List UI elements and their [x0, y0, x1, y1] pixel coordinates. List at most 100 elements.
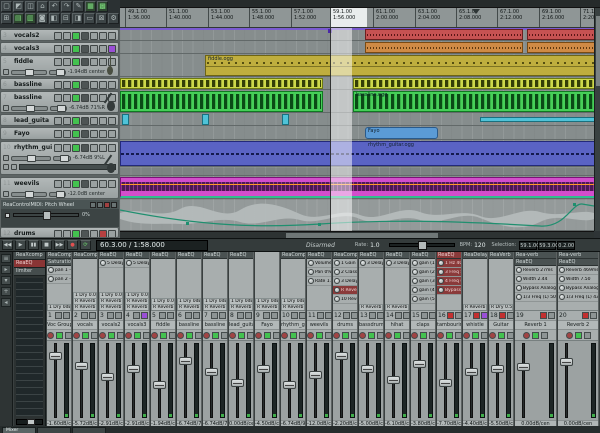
- track-button[interactable]: [81, 32, 89, 40]
- media-item[interactable]: [282, 114, 289, 125]
- mute-button[interactable]: [263, 312, 270, 319]
- env-button[interactable]: [3, 155, 9, 161]
- knob-icon[interactable]: [386, 260, 392, 266]
- track-lane[interactable]: [120, 177, 594, 199]
- solo-button[interactable]: [193, 312, 200, 319]
- rate-slider[interactable]: [389, 243, 455, 247]
- mute-button[interactable]: [447, 312, 454, 319]
- fx-panel-ui-icon[interactable]: [97, 202, 103, 208]
- fader-handle[interactable]: [387, 376, 400, 384]
- send-slot[interactable]: 1 Dry 0dB: [229, 298, 253, 304]
- track-button[interactable]: [54, 32, 62, 40]
- track-button[interactable]: [81, 58, 89, 66]
- solo-button[interactable]: [89, 312, 96, 319]
- fx-param-knob[interactable]: 4 Freq (L): [437, 277, 461, 286]
- track-lane[interactable]: fiddle.ogg: [120, 55, 594, 77]
- fx-button[interactable]: [169, 332, 176, 339]
- knob-icon[interactable]: [438, 269, 444, 275]
- mixer-strip[interactable]: ReaEQ 5 Delay M 4ms 1 Dry 0.0dBR Reverb …: [99, 252, 124, 428]
- track-button[interactable]: [90, 180, 98, 188]
- fx-button[interactable]: [117, 332, 124, 339]
- monitor-button[interactable]: [420, 332, 427, 339]
- track-button[interactable]: [90, 144, 98, 152]
- toolbar-icon[interactable]: ◨: [72, 13, 83, 24]
- volume-fader[interactable]: [203, 340, 227, 420]
- volume-slider[interactable]: [11, 70, 48, 75]
- track-button[interactable]: [99, 130, 107, 138]
- mute-button[interactable]: [159, 312, 166, 319]
- toolbar-icon[interactable]: ◩: [13, 1, 24, 12]
- env-button[interactable]: [3, 105, 9, 111]
- track-button[interactable]: [54, 144, 62, 152]
- fx-param-slider-handle[interactable]: [43, 211, 51, 220]
- track-button[interactable]: [81, 230, 89, 238]
- track-button[interactable]: [81, 130, 89, 138]
- mixer-rail-button[interactable]: ≡: [1, 254, 11, 263]
- pan-slider[interactable]: [53, 156, 71, 161]
- monitor-button[interactable]: [186, 332, 193, 339]
- monitor-button[interactable]: [472, 332, 479, 339]
- transport-button[interactable]: ●: [67, 240, 78, 250]
- track-button[interactable]: [99, 117, 107, 125]
- toolbar-icon[interactable]: ↷: [61, 1, 72, 12]
- fx-slot[interactable]: Rea-verb: [558, 252, 598, 259]
- media-item[interactable]: [365, 29, 523, 40]
- track-button[interactable]: [63, 81, 71, 89]
- fx-button[interactable]: [299, 332, 306, 339]
- record-arm-button[interactable]: [255, 332, 262, 339]
- fx-button[interactable]: [377, 332, 384, 339]
- docker-tab[interactable]: [37, 427, 71, 433]
- record-arm-button[interactable]: [125, 332, 132, 339]
- track-button[interactable]: [81, 144, 89, 152]
- time-selection[interactable]: [330, 28, 352, 231]
- mixer-strip[interactable]: ReaCompSaturation pan 1 -6.40pan 2 -5.20…: [47, 252, 72, 428]
- knob-icon[interactable]: [559, 294, 565, 300]
- track-button[interactable]: [108, 230, 116, 238]
- transport-time-display[interactable]: 60.3.00 / 1:58.000: [96, 240, 208, 251]
- mixer-rail-button[interactable]: ▾: [1, 276, 11, 285]
- track-header[interactable]: 5 fiddle -1.94dB center: [0, 55, 119, 77]
- record-arm-button[interactable]: [203, 332, 210, 339]
- rate-value[interactable]: 1.0: [370, 242, 380, 249]
- toolbar-icon[interactable]: ⊠: [96, 13, 107, 24]
- track-button[interactable]: [63, 45, 71, 53]
- record-arm-button[interactable]: [307, 332, 314, 339]
- fx-slot[interactable]: ReaComp: [281, 252, 305, 259]
- volume-fader[interactable]: [307, 340, 331, 420]
- toolbar-icon[interactable]: ↶: [49, 1, 60, 12]
- volume-slider[interactable]: [11, 156, 51, 161]
- record-arm-button[interactable]: [385, 332, 392, 339]
- fx-param-knob[interactable]: pan 2 -5.20: [47, 275, 71, 284]
- solo-button[interactable]: [271, 312, 278, 319]
- knob-icon[interactable]: [438, 287, 444, 293]
- fx-button[interactable]: [455, 332, 462, 339]
- toolbar-icon[interactable]: ⊟: [61, 13, 72, 24]
- fx-slot[interactable]: ReaComp: [333, 252, 357, 259]
- vertical-scrollbar[interactable]: [594, 8, 600, 231]
- track-name[interactable]: drums: [14, 230, 52, 237]
- fx-param-knob[interactable]: gain (1): [411, 259, 435, 268]
- rate-slider-handle[interactable]: [418, 241, 427, 250]
- media-item[interactable]: [480, 117, 594, 123]
- fx-slot[interactable]: ReaEQ: [229, 252, 253, 259]
- transport-button[interactable]: ⟳: [80, 240, 91, 250]
- solo-button[interactable]: [455, 312, 462, 319]
- track-header[interactable]: 6 bassline: [0, 78, 119, 90]
- arrange-view[interactable]: fiddle.ogg: [120, 28, 594, 231]
- mixer-strip[interactable]: ReaEQ 1 Dry 0dBR Reverb 1.3 7 bassline: [203, 252, 228, 428]
- fader-handle[interactable]: [205, 368, 218, 376]
- track-button[interactable]: [63, 230, 71, 238]
- knob-icon[interactable]: [334, 269, 340, 275]
- mixer-rail-button[interactable]: ◂: [1, 298, 11, 307]
- knob-icon[interactable]: [412, 287, 418, 293]
- track-header[interactable]: 7 bassline -6.74dB 71%R: [0, 91, 119, 113]
- track-button[interactable]: [99, 32, 107, 40]
- fx-button[interactable]: [273, 332, 280, 339]
- fx-button[interactable]: [143, 332, 150, 339]
- fx-param-knob[interactable]: 3 Delay 4ms: [359, 259, 383, 268]
- track-button[interactable]: [81, 180, 89, 188]
- track-name[interactable]: fiddle: [14, 58, 52, 65]
- selection-field[interactable]: 59.3.00: [538, 241, 556, 250]
- mixer-strip[interactable]: Rea-verbReaEQ Reverb 27msWidth 2.44Bypas…: [515, 252, 557, 428]
- volume-slider-handle[interactable]: [25, 69, 34, 76]
